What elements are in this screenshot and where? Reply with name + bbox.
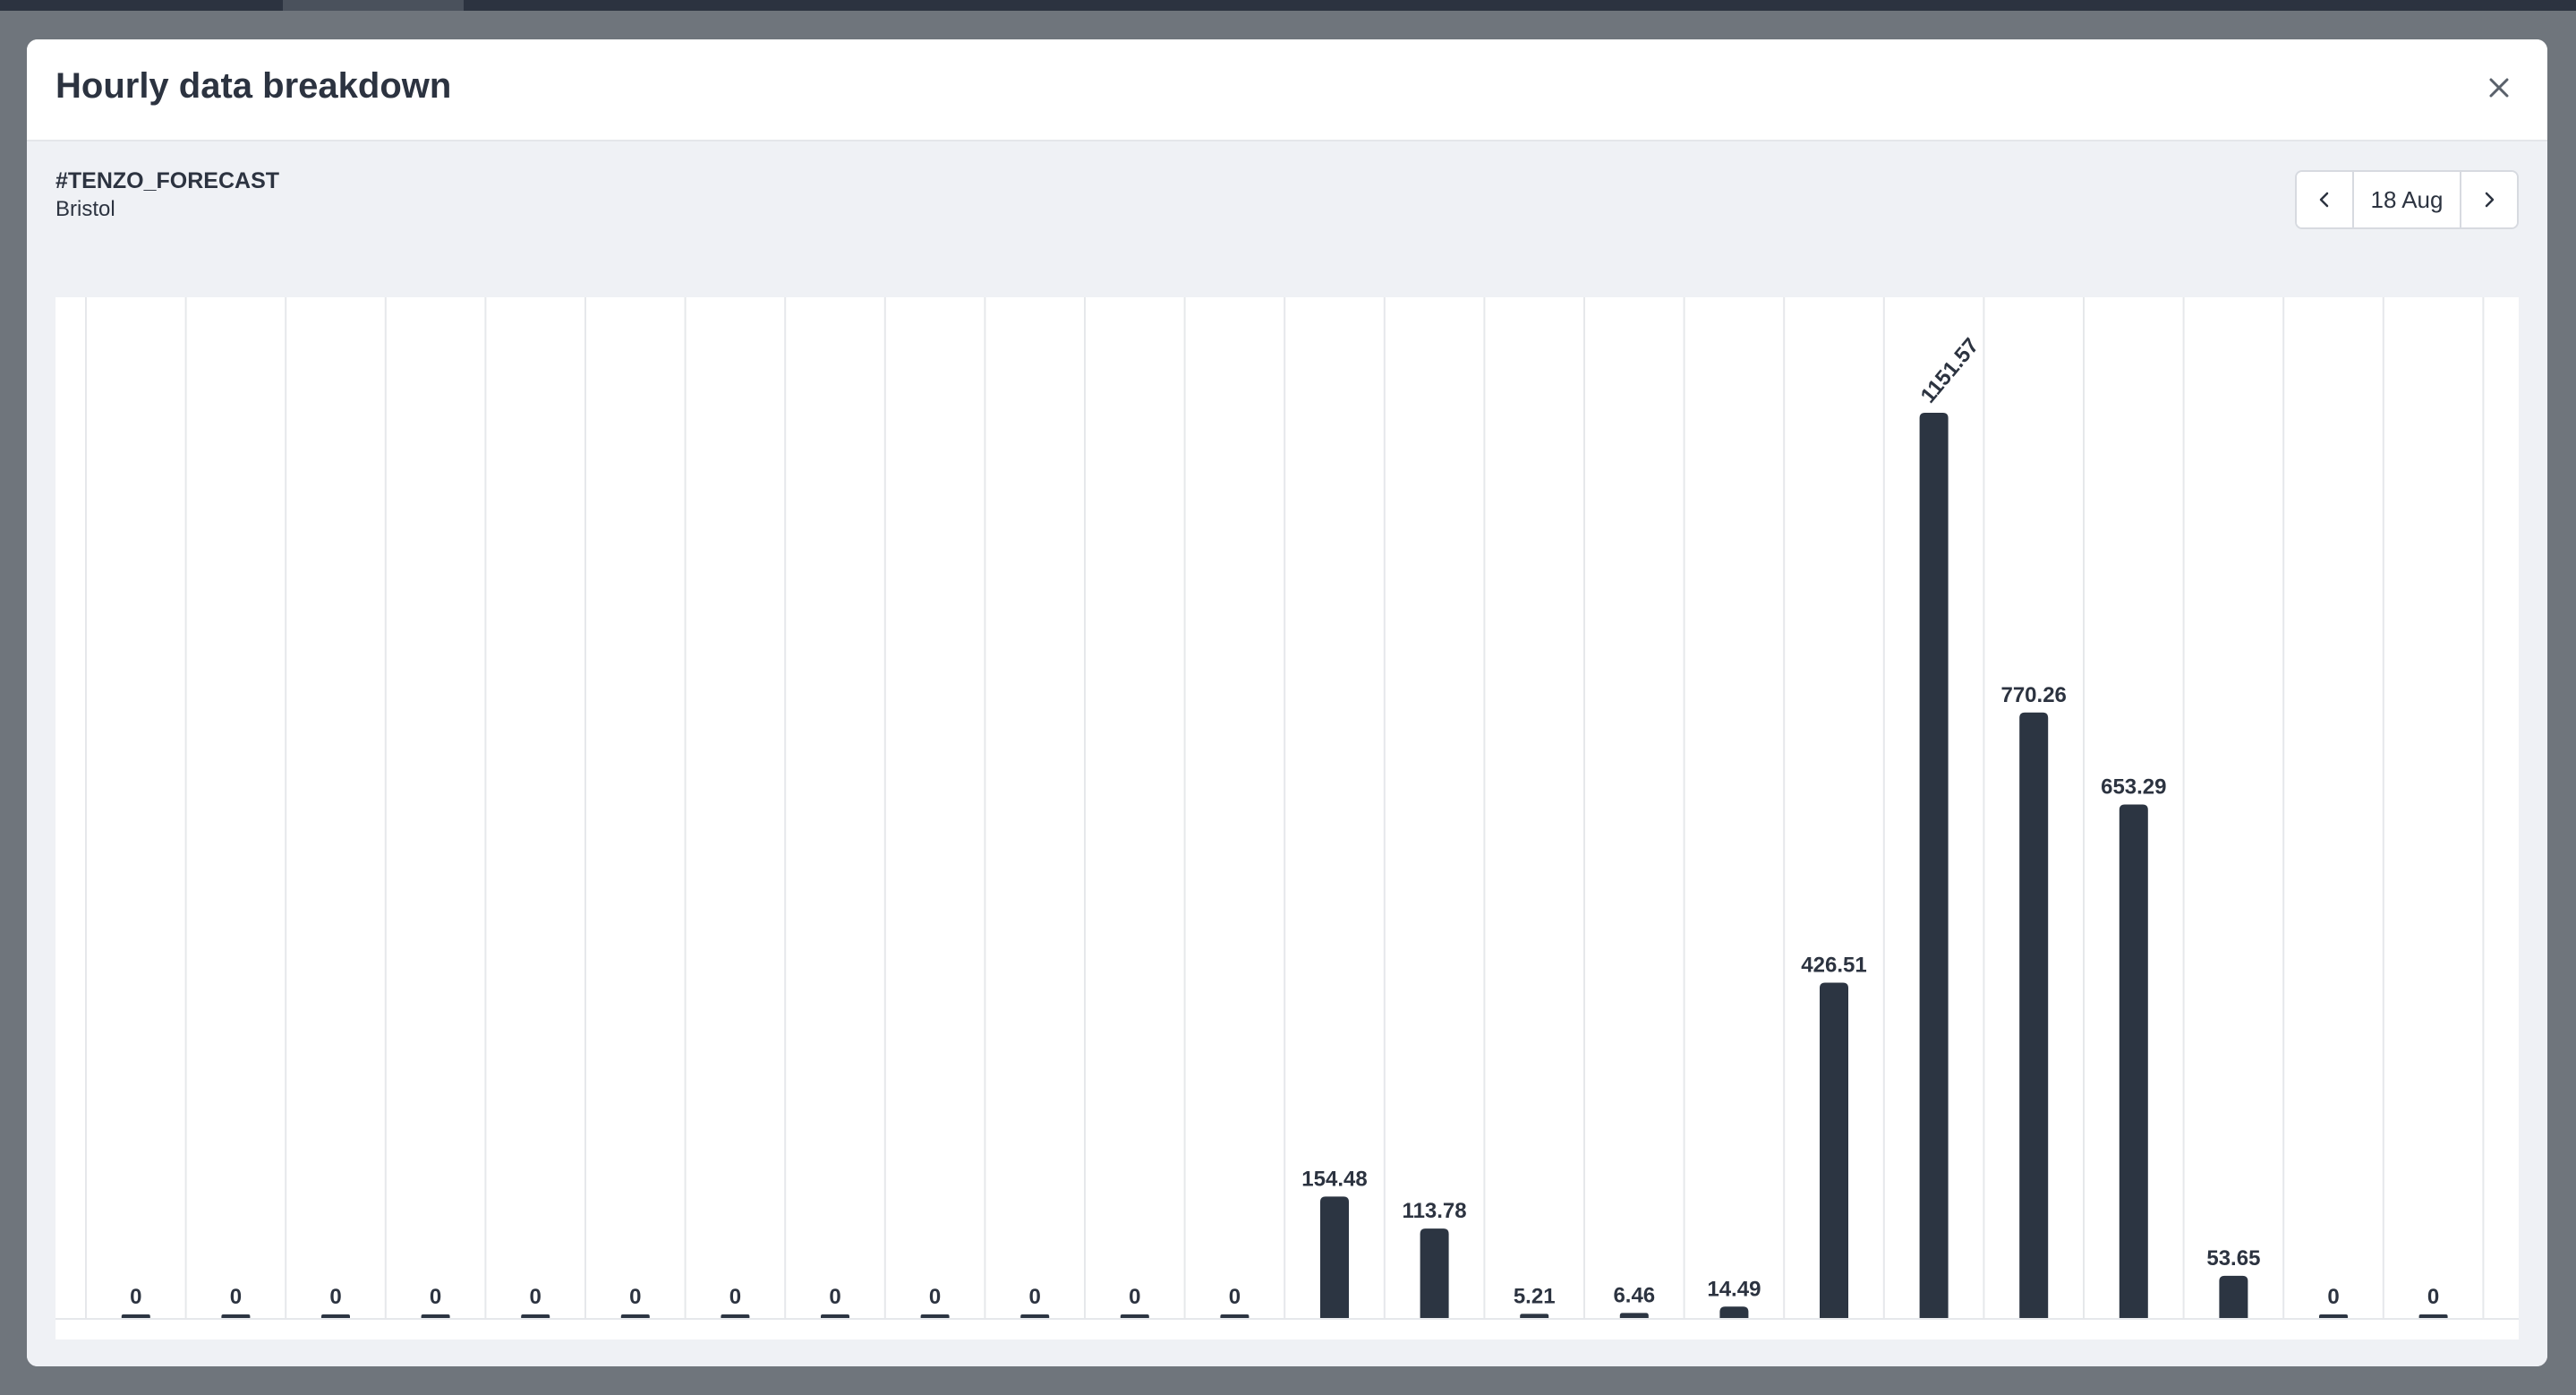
- bar-900: [1020, 1314, 1050, 1318]
- bar-1400: [1520, 1314, 1549, 1318]
- data-label: 0: [629, 1285, 641, 1309]
- modal-header: Hourly data breakdown: [27, 39, 2547, 141]
- bar-1000: [1120, 1314, 1149, 1318]
- chevron-left-icon: [2319, 192, 2329, 208]
- data-label: 53.65: [2206, 1246, 2260, 1271]
- data-label: 14.49: [1707, 1277, 1761, 1301]
- data-label: 1151.57: [1916, 334, 1984, 408]
- modal-title: Hourly data breakdown: [55, 66, 452, 106]
- bar-2100: [2219, 1275, 2248, 1318]
- hourly-bar-chart: 00:0001:0002:0003:0004:0005:0006:0007:00…: [55, 297, 2519, 1339]
- data-label: 0: [1129, 1285, 1140, 1309]
- bar-1800: [1919, 413, 1949, 1318]
- close-button[interactable]: [2481, 70, 2517, 106]
- data-label: 0: [2427, 1285, 2439, 1309]
- bar-1700: [1820, 982, 1848, 1318]
- active-tab-indicator: [283, 0, 464, 11]
- bar-100: [221, 1314, 251, 1318]
- bar-2300: [2418, 1314, 2448, 1318]
- data-label: 0: [1229, 1285, 1241, 1309]
- date-navigator: 18 Aug: [2295, 170, 2519, 229]
- modal-body: #TENZO_FORECAST Bristol 18 Aug 00:0001:0…: [27, 141, 2547, 1366]
- bar-1200: [1320, 1196, 1349, 1318]
- bar-600: [721, 1314, 750, 1318]
- bar-1500: [1619, 1313, 1649, 1318]
- bar-1900: [2019, 712, 2049, 1318]
- data-label: 0: [2327, 1285, 2339, 1309]
- bar-1300: [1420, 1228, 1449, 1318]
- data-label: 653.29: [2101, 775, 2166, 799]
- data-label: 0: [329, 1285, 341, 1309]
- bar-1100: [1220, 1314, 1250, 1318]
- data-label: 0: [230, 1285, 242, 1309]
- data-label: 0: [829, 1285, 840, 1309]
- chevron-right-icon: [2485, 192, 2495, 208]
- data-label: 0: [1029, 1285, 1041, 1309]
- next-day-button[interactable]: [2461, 172, 2517, 227]
- bar-000: [121, 1314, 150, 1318]
- data-label: 0: [530, 1285, 542, 1309]
- current-date: 18 Aug: [2352, 172, 2461, 227]
- bar-2000: [2119, 804, 2148, 1318]
- previous-day-button[interactable]: [2297, 172, 2352, 227]
- data-label: 0: [929, 1285, 941, 1309]
- bar-1600: [1719, 1306, 1749, 1318]
- data-label: 0: [729, 1285, 741, 1309]
- data-label: 5.21: [1514, 1284, 1556, 1308]
- data-label: 770.26: [2000, 683, 2066, 707]
- bar-400: [521, 1314, 550, 1318]
- bar-500: [620, 1314, 650, 1318]
- bar-300: [421, 1314, 450, 1318]
- data-label: 154.48: [1301, 1167, 1367, 1191]
- chart-canvas: 00:0001:0002:0003:0004:0005:0006:0007:00…: [55, 297, 2519, 1320]
- bar-800: [920, 1314, 950, 1318]
- hourly-breakdown-modal: Hourly data breakdown #TENZO_FORECAST Br…: [27, 39, 2547, 1366]
- data-label: 113.78: [1403, 1199, 1467, 1223]
- app-top-bar: [0, 0, 2576, 11]
- data-label: 426.51: [1801, 954, 1866, 978]
- bar-700: [821, 1314, 849, 1318]
- bar-2200: [2319, 1314, 2348, 1318]
- dataset-id: #TENZO_FORECAST: [55, 168, 280, 193]
- data-label: 0: [130, 1285, 141, 1309]
- data-label: 0: [430, 1285, 441, 1309]
- bar-200: [321, 1314, 350, 1318]
- close-icon: [2489, 78, 2509, 98]
- data-label: 6.46: [1613, 1283, 1655, 1307]
- location-label: Bristol: [55, 197, 115, 221]
